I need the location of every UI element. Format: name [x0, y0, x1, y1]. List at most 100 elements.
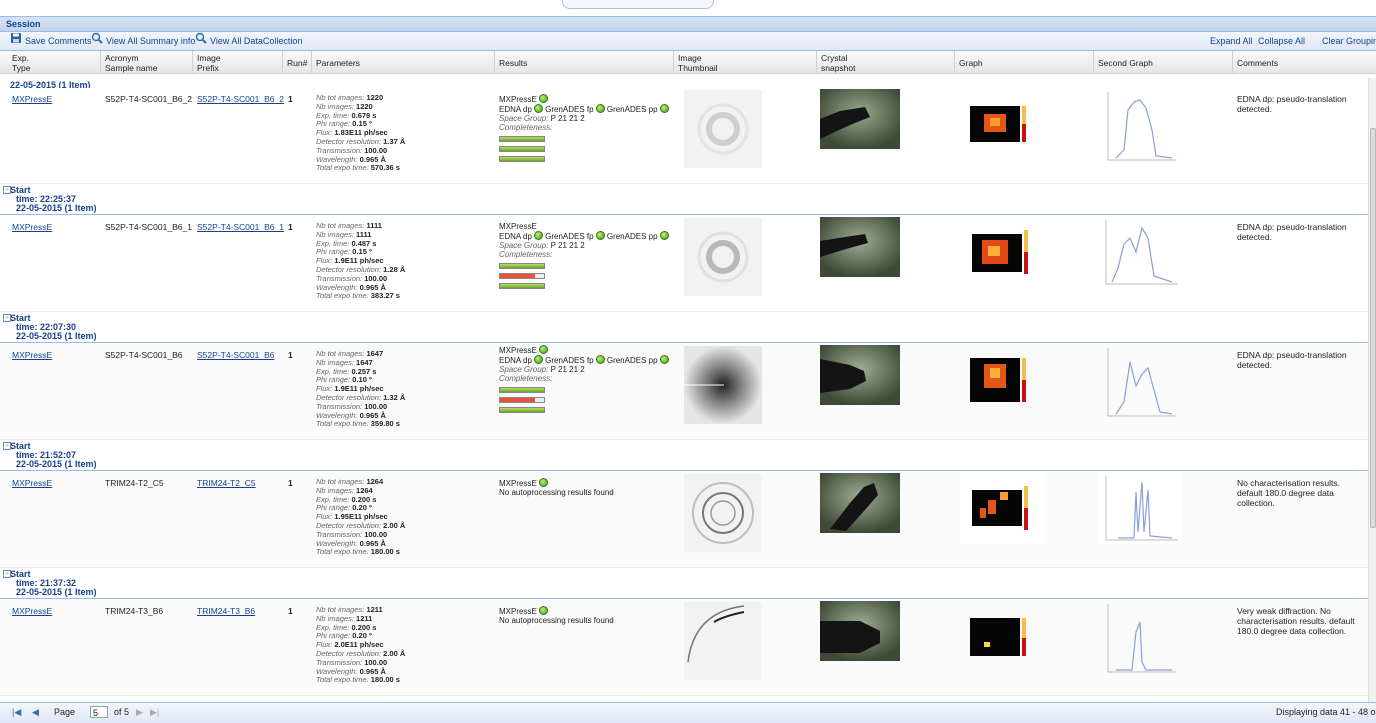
- exp-type-link[interactable]: MXPressE: [12, 478, 52, 488]
- prefix-link[interactable]: TRIM24-T3_B6: [197, 606, 255, 616]
- display-count: Displaying data 41 - 48 of 48: [1276, 707, 1376, 717]
- param-label: Wavelength:: [316, 666, 358, 676]
- save-comments-button[interactable]: Save Comments: [10, 32, 92, 50]
- crystal-snapshot[interactable]: [820, 601, 900, 661]
- exp-type-link[interactable]: MXPressE: [12, 222, 52, 232]
- view-datacollection-button[interactable]: View All DataCollection: [195, 32, 302, 50]
- prefix-link[interactable]: S52P-T4-SC001_B6_1: [197, 222, 284, 232]
- table-row[interactable]: MXPressE S52P-T4-SC001_B6_1 S52P-T4-SC00…: [0, 216, 1368, 312]
- prev-page-icon[interactable]: ◀: [32, 707, 39, 718]
- view-datacollection-label: View All DataCollection: [210, 36, 303, 46]
- group-header[interactable]: − Start time: 21:52:07 22-05-2015 (1 Ite…: [0, 440, 1368, 471]
- parameters: Nb tot images: 1264 Nb images: 1264 Exp.…: [316, 477, 405, 557]
- param-label: Flux:: [316, 128, 333, 138]
- graph-heatmap[interactable]: [970, 618, 1032, 656]
- prefix-link[interactable]: TRIM24-T2_C5: [197, 478, 256, 488]
- param-value: 2.0E11 ph/sec: [334, 640, 384, 650]
- crystal-snapshot[interactable]: [820, 217, 900, 277]
- crystal-snapshot[interactable]: [820, 473, 900, 533]
- comment-text[interactable]: EDNA dp: pseudo-translation detected.: [1237, 222, 1362, 242]
- param-value: 0.257 s: [351, 366, 377, 376]
- last-page-icon[interactable]: ▶|: [150, 707, 159, 718]
- status-ok-icon: [538, 345, 548, 354]
- col-second-graph[interactable]: Second Graph: [1098, 58, 1153, 68]
- parameters: Nb tot images: 1647 Nb images: 1647 Exp.…: [316, 349, 405, 429]
- diffraction-thumbnail[interactable]: [684, 602, 762, 680]
- next-page-icon[interactable]: ▶: [136, 707, 143, 718]
- exp-type-link[interactable]: MXPressE: [12, 350, 52, 360]
- view-summary-button[interactable]: View All Summary info: [91, 32, 195, 50]
- graph-heatmap[interactable]: [960, 472, 1044, 544]
- crystal-snapshot[interactable]: [820, 345, 900, 405]
- view-summary-label: View All Summary info: [106, 36, 196, 46]
- table-row[interactable]: MXPressE S52P-T4-SC001_B6_2 S52P-T4-SC00…: [0, 88, 1368, 184]
- param-label: Transmission:: [316, 273, 363, 283]
- exp-type-link[interactable]: MXPressE: [12, 606, 52, 616]
- col-thumbnail[interactable]: Image Thumbnail: [678, 53, 718, 73]
- second-graph[interactable]: [1098, 216, 1182, 288]
- diffraction-thumbnail[interactable]: [684, 218, 762, 296]
- col-comments[interactable]: Comments: [1237, 58, 1278, 68]
- second-graph[interactable]: [1102, 90, 1178, 162]
- second-graph[interactable]: [1098, 472, 1182, 544]
- clear-grouping-button[interactable]: Clear Grouping: [1322, 32, 1376, 50]
- table-row[interactable]: MXPressE TRIM24-T2_C5 TRIM24-T2_C5 1 Nb …: [0, 472, 1368, 568]
- group-header[interactable]: − Start time: 22:07:30 22-05-2015 (1 Ite…: [0, 312, 1368, 343]
- status-ok-icon: [533, 104, 543, 113]
- vertical-scrollbar[interactable]: [1368, 78, 1376, 702]
- col-acronym-line2: Sample name: [105, 63, 158, 73]
- param-value: 2.00 Å: [383, 648, 406, 658]
- diffraction-thumbnail[interactable]: [684, 474, 762, 552]
- space-group-label: Space Group:: [499, 365, 549, 374]
- param-label: Detector resolution:: [316, 392, 382, 402]
- collapse-tab[interactable]: [562, 0, 714, 9]
- graph-heatmap[interactable]: [970, 358, 1032, 402]
- grenpp-label: GrenADES pp: [606, 356, 658, 365]
- param-value: 1264: [356, 485, 373, 495]
- comment-text[interactable]: No characterisation results. default 180…: [1237, 478, 1362, 508]
- group-header[interactable]: − Start time: 21:37:32 22-05-2015 (1 Ite…: [0, 568, 1368, 599]
- expand-all-button[interactable]: Expand All: [1210, 32, 1253, 50]
- param-value: 0.965 Å: [359, 282, 386, 292]
- graph-heatmap[interactable]: [970, 106, 1032, 142]
- col-exp-type-line1: Exp.: [12, 53, 30, 63]
- col-graph[interactable]: Graph: [959, 58, 983, 68]
- table-row[interactable]: MXPressE S52P-T4-SC001_B6 S52P-T4-SC001_…: [0, 344, 1368, 440]
- table-row[interactable]: MXPressE TRIM24-T3_B6 TRIM24-T3_B6 1 Nb …: [0, 600, 1368, 696]
- second-graph[interactable]: [1102, 602, 1178, 674]
- exp-type-link[interactable]: MXPressE: [12, 94, 52, 104]
- param-value: 1.37 Å: [383, 136, 406, 146]
- graph-heatmap[interactable]: [960, 216, 1044, 288]
- col-acronym[interactable]: Acronym Sample name: [105, 53, 157, 73]
- first-page-icon[interactable]: |◀: [12, 707, 21, 718]
- col-crystal[interactable]: Crystal snapshot: [821, 53, 856, 73]
- param-label: Total expo time:: [316, 419, 369, 429]
- diffraction-thumbnail[interactable]: [684, 346, 762, 424]
- prefix-link[interactable]: S52P-T4-SC001_B6_2: [197, 94, 284, 104]
- collapse-all-button[interactable]: Collapse All: [1258, 32, 1305, 50]
- crystal-snapshot[interactable]: [820, 89, 900, 149]
- col-exp-type[interactable]: Exp. Type: [12, 53, 30, 73]
- comment-text[interactable]: Very weak diffraction. No characterisati…: [1237, 606, 1362, 636]
- second-graph[interactable]: [1102, 346, 1178, 418]
- comment-text[interactable]: EDNA dp: pseudo-translation detected.: [1237, 350, 1362, 370]
- scrollbar-thumb[interactable]: [1370, 128, 1376, 528]
- col-image-prefix[interactable]: Image Prefix: [197, 53, 221, 73]
- col-acronym-line1: Acronym: [105, 53, 139, 63]
- status-ok-icon: [538, 478, 548, 487]
- param-label: Transmission:: [316, 145, 363, 155]
- prefix-link[interactable]: S52P-T4-SC001_B6: [197, 350, 275, 360]
- col-run[interactable]: Run#: [287, 58, 307, 68]
- param-value: 0.965 Å: [359, 538, 386, 548]
- pagination-bar: |◀ ◀ Page 5 of 5 ▶ ▶| Displaying data 41…: [0, 702, 1376, 723]
- page-number-input[interactable]: 5: [90, 706, 108, 718]
- col-parameters[interactable]: Parameters: [316, 58, 360, 68]
- comment-text[interactable]: EDNA dp: pseudo-translation detected.: [1237, 94, 1362, 114]
- col-results[interactable]: Results: [499, 58, 527, 68]
- save-comments-label: Save Comments: [25, 36, 92, 46]
- col-divider: [311, 51, 312, 73]
- param-value: 1211: [366, 605, 383, 614]
- col-crystal-line2: snapshot: [821, 63, 856, 73]
- diffraction-thumbnail[interactable]: [684, 90, 762, 168]
- group-header[interactable]: − Start time: 22:25:37 22-05-2015 (1 Ite…: [0, 184, 1368, 215]
